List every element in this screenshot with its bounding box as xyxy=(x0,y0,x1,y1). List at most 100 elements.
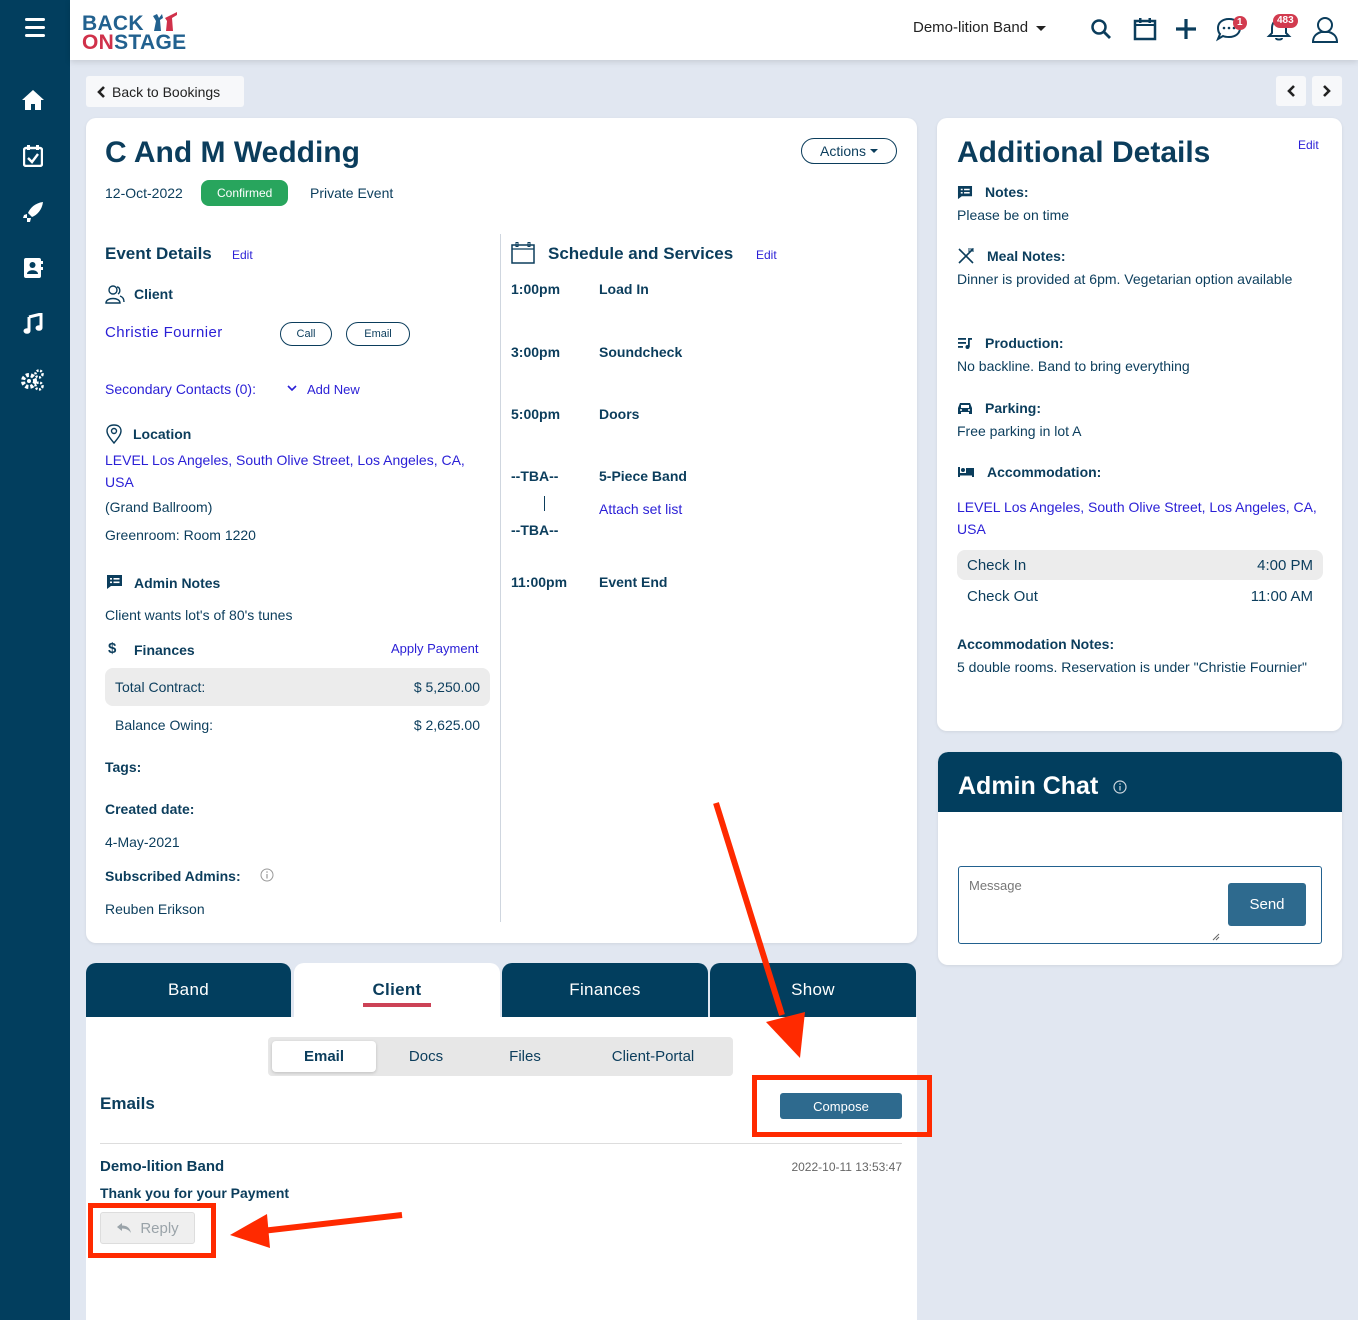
calendar-icon[interactable] xyxy=(1130,14,1160,44)
email-subject: Thank you for your Payment xyxy=(100,1185,290,1201)
accommodation-address-link[interactable]: LEVEL Los Angeles, South Olive Street, L… xyxy=(957,496,1327,540)
meal-notes-text: Dinner is provided at 6pm. Vegetarian op… xyxy=(957,271,1293,287)
event-date: 12-Oct-2022 xyxy=(105,185,183,201)
calendar-icon xyxy=(511,242,535,264)
schedule-end-time: --TBA-- xyxy=(511,522,559,538)
notification-bell-icon[interactable]: 483 xyxy=(1264,14,1298,44)
user-profile-icon[interactable] xyxy=(1310,14,1340,44)
tab-show[interactable]: Show xyxy=(710,963,916,1017)
location-address-link[interactable]: LEVEL Los Angeles, South Olive Street, L… xyxy=(105,449,485,493)
schedule-time: 3:00pm xyxy=(511,344,561,360)
check-in-row: Check In 4:00 PM xyxy=(957,550,1323,580)
email-sender: Demo-lition Band xyxy=(100,1158,225,1175)
active-tab-underline xyxy=(363,1003,431,1007)
next-booking-button[interactable] xyxy=(1312,76,1342,106)
dollar-icon: $ xyxy=(108,640,117,657)
admin-chat-card: Admin Chat Message Send xyxy=(938,752,1342,965)
back-to-bookings-button[interactable]: Back to Bookings xyxy=(86,76,244,107)
divider xyxy=(100,1143,902,1144)
logo[interactable]: BACK ONSTAGE xyxy=(82,12,186,53)
secondary-contacts-link[interactable]: Secondary Contacts (0): xyxy=(105,381,256,397)
trumpet-players-icon xyxy=(153,12,178,31)
finances-heading: Finances xyxy=(134,642,195,658)
edit-schedule-link[interactable]: Edit xyxy=(756,248,777,262)
production-label: Production: xyxy=(957,335,1064,351)
annotation-highlight-compose xyxy=(752,1075,932,1137)
info-icon[interactable] xyxy=(1113,780,1127,794)
playlist-icon xyxy=(958,338,972,349)
parking-text: Free parking in lot A xyxy=(957,423,1082,439)
schedule-item-name: Event End xyxy=(599,574,668,590)
schedule-item-name: Doors xyxy=(599,406,640,422)
send-button[interactable]: Send xyxy=(1228,883,1306,926)
add-icon[interactable] xyxy=(1171,14,1201,44)
music-note-icon[interactable] xyxy=(20,311,46,337)
apply-payment-link[interactable]: Apply Payment xyxy=(391,641,478,656)
contacts-book-icon[interactable] xyxy=(20,255,46,281)
accommodation-notes-label: Accommodation Notes: xyxy=(957,636,1115,652)
tags-label: Tags: xyxy=(105,759,142,775)
schedule-item-name: 5-Piece Band xyxy=(599,468,687,484)
notes-icon xyxy=(957,185,973,199)
message-input[interactable]: Message Send xyxy=(958,866,1322,944)
menu-toggle-icon[interactable] xyxy=(25,18,45,42)
top-header: BACK ONSTAGE Demo-lition Band 1 483 xyxy=(70,0,1358,60)
admin-notes-heading: Admin Notes xyxy=(134,575,221,591)
calendar-check-icon[interactable] xyxy=(20,143,46,169)
message-placeholder: Message xyxy=(969,878,1022,893)
client-name-link[interactable]: Christie Fournier xyxy=(105,324,223,341)
call-client-button[interactable]: Call xyxy=(280,322,332,346)
annotation-highlight-reply xyxy=(88,1203,216,1258)
accommodation-label: Accommodation: xyxy=(957,464,1101,480)
schedule-time: 11:00pm xyxy=(511,574,568,590)
email-client-button[interactable]: Email xyxy=(346,322,410,346)
schedule-time: 5:00pm xyxy=(511,406,561,422)
subtab-docs[interactable]: Docs xyxy=(386,1041,466,1072)
tab-finances[interactable]: Finances xyxy=(502,963,708,1017)
schedule-heading: Schedule and Services xyxy=(548,244,734,263)
rocket-icon[interactable] xyxy=(20,199,46,225)
production-text: No backline. Band to bring everything xyxy=(957,358,1190,374)
parking-label: Parking: xyxy=(957,400,1041,416)
gears-icon[interactable] xyxy=(20,367,46,393)
total-contract-row: Total Contract: $ 5,250.00 xyxy=(105,668,490,706)
previous-booking-button[interactable] xyxy=(1276,76,1306,106)
edit-additional-details-link[interactable]: Edit xyxy=(1298,138,1319,152)
column-divider xyxy=(500,234,501,922)
location-pin-icon xyxy=(106,424,122,444)
search-icon[interactable] xyxy=(1086,14,1116,44)
edit-event-details-link[interactable]: Edit xyxy=(232,248,253,262)
chat-badge: 1 xyxy=(1233,16,1247,30)
home-icon[interactable] xyxy=(20,87,46,113)
utensils-icon xyxy=(958,248,974,264)
bed-icon xyxy=(958,467,974,477)
chevron-down-icon[interactable] xyxy=(286,384,298,393)
actions-dropdown-button[interactable]: Actions xyxy=(801,138,897,164)
attach-set-list-link[interactable]: Attach set list xyxy=(599,501,682,517)
admin-notes-icon xyxy=(106,574,123,590)
subtab-client-portal[interactable]: Client-Portal xyxy=(588,1041,718,1072)
admin-notes-text: Client wants lot's of 80's tunes xyxy=(105,607,293,623)
subscribed-admin-name: Reuben Erikson xyxy=(105,901,205,917)
band-selector[interactable]: Demo-lition Band xyxy=(913,19,1047,36)
subtab-email[interactable]: Email xyxy=(272,1041,376,1072)
subtab-files[interactable]: Files xyxy=(486,1041,564,1072)
car-icon xyxy=(958,403,972,414)
chat-icon[interactable]: 1 xyxy=(1214,14,1247,44)
caret-down-icon xyxy=(1036,25,1047,31)
email-timestamp: 2022-10-11 13:53:47 xyxy=(791,1160,902,1174)
event-title: C And M Wedding xyxy=(105,136,360,169)
tab-client[interactable]: Client xyxy=(294,963,500,1017)
info-icon[interactable] xyxy=(260,868,274,882)
add-new-contact-link[interactable]: Add New xyxy=(307,382,360,397)
resize-handle-icon[interactable] xyxy=(1212,933,1220,941)
created-date-label: Created date: xyxy=(105,801,195,817)
additional-details-heading: Additional Details xyxy=(957,136,1211,169)
meal-notes-label: Meal Notes: xyxy=(957,247,1066,265)
time-range-separator xyxy=(544,496,545,511)
greenroom: Greenroom: Room 1220 xyxy=(105,527,256,543)
location-room: (Grand Ballroom) xyxy=(105,499,213,515)
schedule-item-name: Load In xyxy=(599,281,649,297)
tab-band[interactable]: Band xyxy=(86,963,291,1017)
chevron-right-icon xyxy=(1323,85,1331,97)
